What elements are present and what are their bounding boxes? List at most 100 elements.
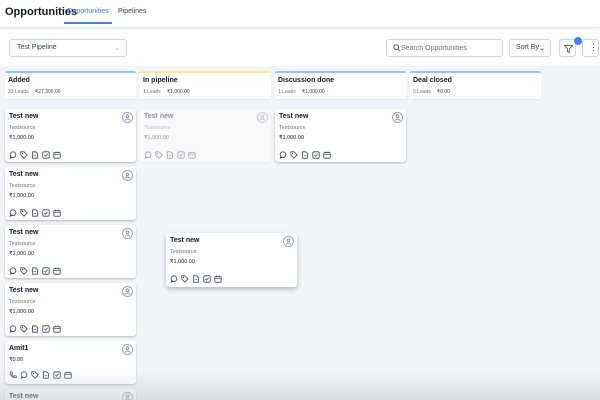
chat-icon[interactable] (9, 151, 17, 159)
document-icon (167, 151, 173, 159)
card-source: Testsource (9, 299, 36, 305)
card-amount: ₹0.00 (9, 357, 24, 363)
tag-icon[interactable] (181, 275, 189, 283)
card-title: Test new (9, 113, 39, 120)
assign-user-button[interactable] (122, 392, 133, 400)
opportunity-card-placeholder: Test new Testsource ₹1,000.00 (140, 109, 271, 162)
user-icon (124, 346, 131, 353)
assign-user-button[interactable] (122, 344, 133, 355)
sort-by-label: Sort By (516, 44, 539, 51)
column-header-deal-closed: Deal closed 0 Leads ₹0.00 (410, 71, 541, 99)
calendar-icon[interactable] (323, 151, 331, 159)
checkbox-icon[interactable] (42, 151, 50, 159)
assign-user-button[interactable] (122, 286, 133, 297)
calendar-icon[interactable] (53, 267, 61, 275)
checkbox-icon[interactable] (203, 275, 211, 283)
chat-icon (144, 151, 152, 159)
assign-user-button[interactable] (122, 228, 133, 239)
column-header-added: Added 33 Leads ₹27,300.00 (5, 71, 136, 99)
checkbox-icon[interactable] (312, 151, 320, 159)
tag-icon[interactable] (20, 151, 28, 159)
checkbox-icon[interactable] (42, 209, 50, 217)
card-title: Test new (9, 393, 39, 400)
document-icon[interactable] (31, 325, 39, 333)
card-title: Test new (144, 113, 174, 120)
checkbox-icon[interactable] (42, 325, 50, 333)
kebab-icon: ⋮ (589, 42, 598, 52)
filter-badge (574, 37, 582, 45)
assign-user-button[interactable] (122, 112, 133, 123)
tab-opportunities[interactable]: Opportunities (67, 8, 109, 15)
card-actions (279, 151, 334, 159)
calendar-icon[interactable] (214, 275, 222, 283)
assign-user-button[interactable] (122, 170, 133, 181)
search-input[interactable] (401, 42, 499, 55)
document-icon[interactable] (31, 209, 39, 217)
assign-user-button[interactable] (283, 236, 294, 247)
document-icon[interactable] (301, 151, 309, 159)
column-header-in-pipeline: In pipeline 1 Leads ₹1,000.00 (140, 71, 271, 99)
tag-icon (155, 151, 163, 159)
calendar-icon[interactable] (64, 371, 72, 379)
opportunity-card[interactable]: Test new Testsource ₹1,000.00 (5, 109, 136, 162)
tag-icon[interactable] (31, 371, 39, 379)
search-icon (393, 44, 401, 52)
chat-icon[interactable] (20, 371, 28, 379)
column-amount: ₹27,300.00 (35, 89, 61, 95)
tag-icon[interactable] (20, 325, 28, 333)
card-title: Amit1 (9, 345, 29, 352)
card-source: Testsource (9, 241, 36, 247)
more-options-button[interactable]: ⋮ (582, 39, 599, 57)
user-icon (394, 114, 401, 121)
chat-icon[interactable] (9, 267, 17, 275)
toolbar: Test Pipeline ⌄ Sort By ⌄ ⋮ (0, 30, 600, 66)
document-icon[interactable] (31, 151, 39, 159)
card-actions (170, 275, 225, 283)
tag-icon[interactable] (20, 267, 28, 275)
checkbox-icon[interactable] (42, 267, 50, 275)
card-actions (9, 209, 64, 217)
card-actions (144, 151, 199, 159)
chat-icon[interactable] (170, 275, 178, 283)
checkbox-icon[interactable] (53, 371, 61, 379)
user-icon (285, 238, 292, 245)
calendar-icon[interactable] (53, 209, 61, 217)
opportunity-card[interactable]: Test new Testsource ₹1,000.00 (275, 109, 406, 162)
document-icon[interactable] (31, 267, 39, 275)
calendar-icon[interactable] (53, 151, 61, 159)
user-icon (124, 114, 131, 121)
pipeline-select[interactable]: Test Pipeline ⌄ (9, 39, 127, 57)
tab-pipelines[interactable]: Pipelines (118, 8, 146, 15)
phone-icon[interactable] (9, 371, 17, 379)
document-icon[interactable] (192, 275, 200, 283)
tag-icon[interactable] (20, 209, 28, 217)
card-amount: ₹1,000.00 (9, 193, 34, 199)
column-name: Deal closed (413, 77, 452, 84)
dragging-opportunity-card[interactable]: Test new Testsource ₹1,000.00 (166, 233, 297, 287)
chat-icon[interactable] (9, 209, 17, 217)
chat-icon[interactable] (279, 151, 287, 159)
calendar-icon[interactable] (53, 325, 61, 333)
opportunity-card[interactable]: Test new Testsource ₹1,000.00 (5, 225, 136, 278)
card-title: Test new (9, 229, 39, 236)
active-tab-indicator (64, 22, 112, 24)
opportunity-card[interactable]: Test new (5, 389, 136, 400)
card-source: Testsource (9, 125, 36, 131)
column-leads-count: 33 Leads (8, 89, 29, 95)
opportunity-card[interactable]: Test new Testsource ₹1,000.00 (5, 167, 136, 220)
document-icon[interactable] (42, 371, 50, 379)
column-leads-count: 1 Leads (278, 89, 296, 95)
column-leads-count: 0 Leads (413, 89, 431, 95)
column-amount: ₹1,000.00 (302, 89, 325, 95)
opportunity-card[interactable]: Amit1 ₹0.00 (5, 341, 136, 384)
card-source: Testsource (279, 125, 306, 131)
checkbox-icon (177, 151, 185, 159)
opportunity-card[interactable]: Test new Testsource ₹1,000.00 (5, 283, 136, 336)
search-box[interactable] (386, 39, 503, 57)
sort-by-button[interactable]: Sort By ⌄ (509, 39, 551, 57)
tag-icon[interactable] (290, 151, 298, 159)
chat-icon[interactable] (9, 325, 17, 333)
column-leads-count: 1 Leads (143, 89, 161, 95)
card-amount: ₹1,000.00 (279, 135, 304, 141)
assign-user-button[interactable] (392, 112, 403, 123)
